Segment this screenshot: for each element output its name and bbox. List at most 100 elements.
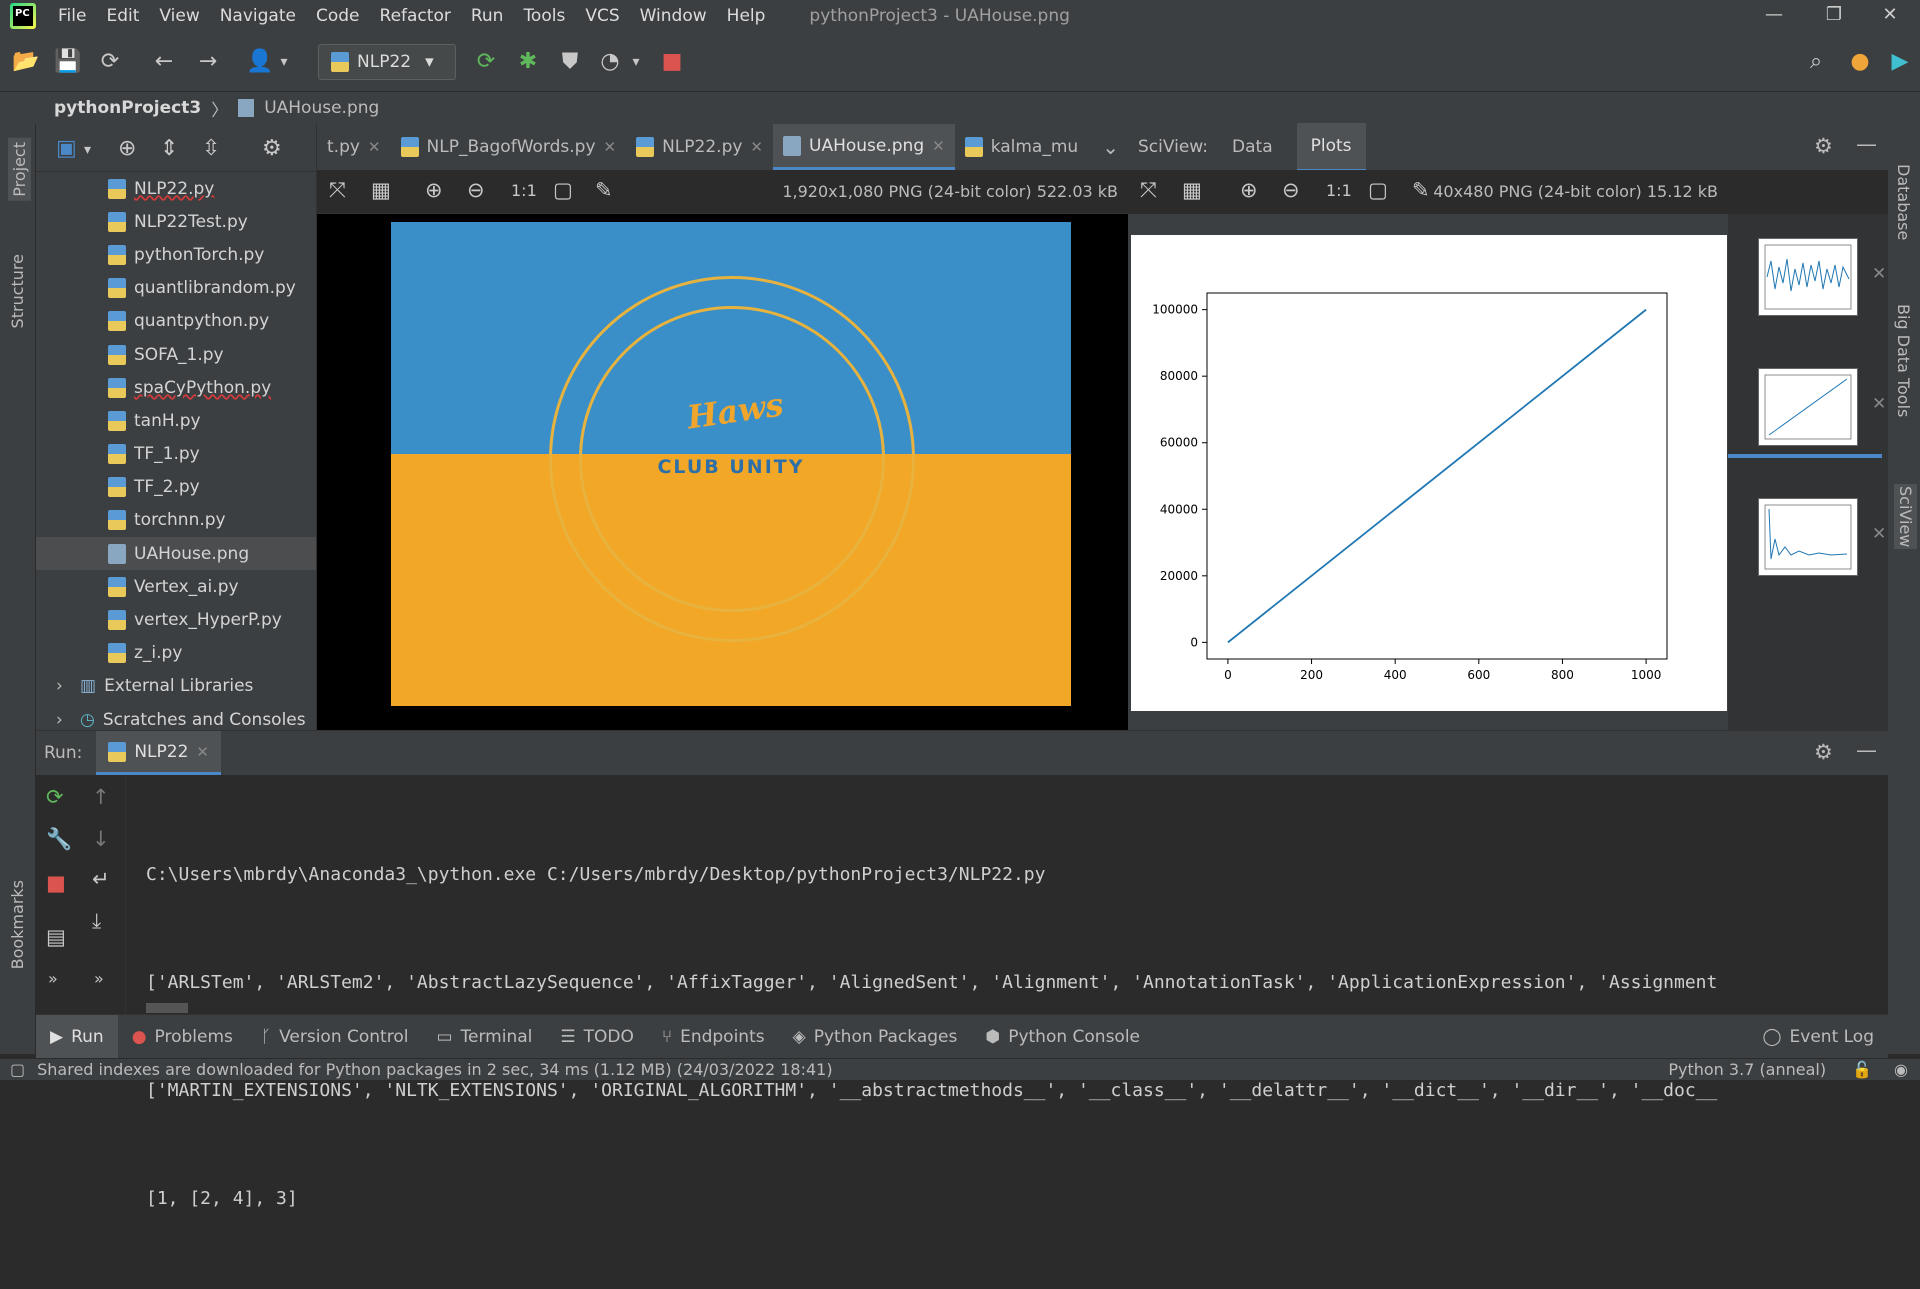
rerun-icon[interactable]: ⟳ <box>472 48 500 76</box>
open-folder-icon[interactable]: 📂 <box>12 48 40 76</box>
tree-file[interactable]: quantlibrandom.py <box>36 272 316 305</box>
project-view-dropdown-icon[interactable]: ▾ <box>84 142 91 158</box>
menu-help[interactable]: Help <box>717 6 776 26</box>
more-actions-icon[interactable]: » <box>94 969 104 988</box>
thumbnail-3[interactable] <box>1758 498 1858 576</box>
stop-icon[interactable]: ■ <box>658 48 686 76</box>
layout-icon[interactable]: ▤ <box>46 925 66 949</box>
close-thumbnail-icon[interactable]: ✕ <box>1872 394 1886 414</box>
run-tab[interactable]: NLP22 ✕ <box>96 731 221 775</box>
tool-problems[interactable]: ● Problems <box>118 1015 247 1059</box>
close-tab-icon[interactable]: ✕ <box>932 137 945 155</box>
grid-icon[interactable]: ▦ <box>371 178 391 202</box>
tree-file[interactable]: TF_1.py <box>36 438 316 471</box>
project-tool-tab[interactable]: Project <box>8 138 31 201</box>
more-actions-icon[interactable]: » <box>48 969 58 988</box>
thumbnail-2[interactable] <box>1758 368 1858 446</box>
zoom-out-icon[interactable]: ⊖ <box>1282 178 1300 202</box>
tree-file[interactable]: SOFA_1.py <box>36 338 316 371</box>
gear-icon[interactable]: ⚙ <box>1814 134 1833 158</box>
bookmarks-tool-tab[interactable]: Bookmarks <box>8 880 27 969</box>
locate-icon[interactable]: ⊕ <box>118 136 136 161</box>
fit-screen-icon[interactable]: ⤧ <box>329 178 346 203</box>
zoom-in-icon[interactable]: ⊕ <box>1240 178 1258 202</box>
tree-file[interactable]: torchnn.py <box>36 504 316 537</box>
thumbnail-1[interactable] <box>1758 238 1858 316</box>
search-icon[interactable]: ⌕ <box>1802 48 1830 76</box>
editor-tab[interactable]: NLP_BagofWords.py ✕ <box>391 124 627 170</box>
vcs-dropdown-icon[interactable]: ▾ <box>270 48 298 76</box>
database-tool-tab[interactable]: Database <box>1894 164 1913 240</box>
zoom-in-icon[interactable]: ⊕ <box>425 178 443 202</box>
collapse-all-icon[interactable]: ⇳ <box>202 136 220 161</box>
tree-file[interactable]: UAHouse.png <box>36 537 316 571</box>
update-icon[interactable]: ● <box>1846 48 1874 76</box>
save-all-icon[interactable]: 💾 <box>54 48 82 76</box>
interpreter-status[interactable]: Python 3.7 (anneal) <box>1668 1060 1826 1079</box>
close-tab-icon[interactable]: ✕ <box>368 138 381 156</box>
menu-run[interactable]: Run <box>461 6 514 26</box>
horizontal-scrollbar[interactable] <box>146 1003 188 1013</box>
tree-file[interactable]: NLP22.py <box>36 172 316 205</box>
tool-todo[interactable]: ☰ TODO <box>546 1015 648 1059</box>
tool-python-packages[interactable]: ◈ Python Packages <box>779 1015 972 1059</box>
expand-all-icon[interactable]: ⇕ <box>160 136 178 161</box>
breadcrumb-file[interactable]: UAHouse.png <box>264 98 379 118</box>
hide-panel-icon[interactable]: — <box>1856 738 1877 762</box>
close-thumbnail-icon[interactable]: ✕ <box>1872 524 1886 544</box>
menu-view[interactable]: View <box>149 6 209 26</box>
back-icon[interactable]: ← <box>150 48 178 76</box>
fit-window-icon[interactable]: ▢ <box>553 178 573 202</box>
sciview-tab-plots[interactable]: Plots <box>1296 122 1366 172</box>
editor-tab[interactable]: kalma_mu <box>955 124 1089 170</box>
tree-file[interactable]: Vertex_ai.py <box>36 570 316 603</box>
breadcrumb-project[interactable]: pythonProject3 <box>54 98 201 118</box>
lock-icon[interactable]: 🔓 <box>1852 1060 1872 1079</box>
menu-code[interactable]: Code <box>306 6 370 26</box>
fit-screen-icon[interactable]: ⤧ <box>1140 178 1157 203</box>
menu-edit[interactable]: Edit <box>96 6 149 26</box>
fit-window-icon[interactable]: ▢ <box>1368 178 1388 202</box>
forward-icon[interactable]: → <box>194 48 222 76</box>
menu-tools[interactable]: Tools <box>513 6 575 26</box>
tree-file[interactable]: pythonTorch.py <box>36 238 316 271</box>
scroll-to-end-icon[interactable]: ⤓ <box>92 909 101 934</box>
color-picker-icon[interactable]: ✎ <box>1412 178 1430 202</box>
profile-icon[interactable]: ◔ <box>596 48 624 76</box>
gear-icon[interactable]: ⚙ <box>262 136 282 161</box>
jetbrains-toolbox-icon[interactable]: ▶ <box>1886 48 1914 76</box>
tool-run[interactable]: ▶ Run <box>36 1014 118 1059</box>
wrench-icon[interactable]: 🔧 <box>46 827 72 852</box>
tabs-overflow-icon[interactable]: ⌄ <box>1088 135 1133 159</box>
close-tab-icon[interactable]: ✕ <box>604 138 617 156</box>
debug-icon[interactable]: ✱ <box>514 48 542 76</box>
close-tab-icon[interactable]: ✕ <box>196 743 209 761</box>
menu-vcs[interactable]: VCS <box>575 6 629 26</box>
inspector-icon[interactable]: ◉ <box>1894 1060 1908 1079</box>
actual-size-button[interactable]: 1:1 <box>511 181 537 200</box>
restore-icon[interactable]: ❐ <box>1804 0 1864 32</box>
tree-file[interactable]: tanH.py <box>36 404 316 437</box>
stop-icon[interactable]: ■ <box>46 871 66 895</box>
close-thumbnail-icon[interactable]: ✕ <box>1872 264 1886 284</box>
close-tab-icon[interactable]: ✕ <box>750 138 763 156</box>
menu-refactor[interactable]: Refactor <box>370 6 461 26</box>
minimize-icon[interactable]: — <box>1744 0 1804 32</box>
gear-icon[interactable]: ⚙ <box>1814 740 1833 764</box>
tool-terminal[interactable]: ▭ Terminal <box>422 1015 546 1059</box>
tree-external-libraries[interactable]: › ▥ External Libraries <box>36 670 316 703</box>
menu-navigate[interactable]: Navigate <box>210 6 306 26</box>
tree-file[interactable]: spaCyPython.py <box>36 371 316 404</box>
sync-icon[interactable]: ⟳ <box>96 48 124 76</box>
editor-tab[interactable]: t.py ✕ <box>317 124 391 170</box>
coverage-icon[interactable]: ⛊ <box>556 48 584 76</box>
tree-file[interactable]: TF_2.py <box>36 471 316 504</box>
tool-version-control[interactable]: ᚴ Version Control <box>247 1015 423 1059</box>
editor-tab[interactable]: NLP22.py ✕ <box>626 124 773 170</box>
tool-endpoints[interactable]: ⑂ Endpoints <box>648 1015 779 1059</box>
scroll-up-icon[interactable]: ↑ <box>92 785 110 809</box>
tree-file[interactable]: NLP22Test.py <box>36 205 316 238</box>
tree-file[interactable]: z_i.py <box>36 637 316 670</box>
scroll-down-icon[interactable]: ↓ <box>92 827 110 851</box>
status-toggle-icon[interactable]: ▢ <box>10 1060 25 1079</box>
